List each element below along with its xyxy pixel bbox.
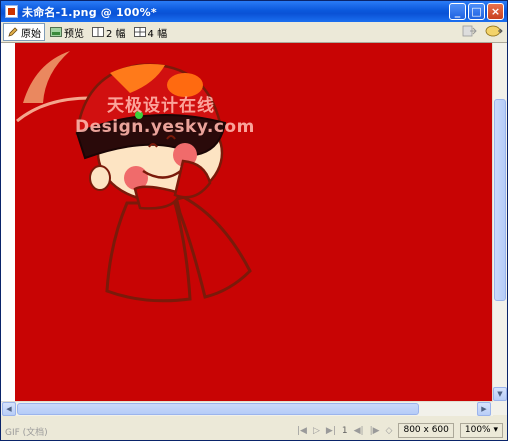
last-frame-button[interactable]: ▶| <box>326 426 336 436</box>
pencil-icon <box>8 27 18 37</box>
horizontal-scrollbar[interactable]: ◀ ▶ <box>1 401 493 416</box>
zoom-select[interactable]: 100% ▾ <box>459 423 503 438</box>
vertical-scrollbar[interactable]: ▼ <box>492 43 507 415</box>
document-canvas[interactable]: 天极设计在线 Design.yesky.com <box>15 43 493 403</box>
status-controls: |◀ ▷ ▶| 1 ◀| |▶ ◇ 800 x 600 100% ▾ <box>297 423 503 438</box>
next-frame-button[interactable]: |▶ <box>370 426 380 436</box>
horizontal-scroll-thumb[interactable] <box>17 403 419 415</box>
character-illustration <box>16 51 252 303</box>
window-controls: _ □ × <box>449 3 504 20</box>
frame-number: 1 <box>341 425 348 436</box>
watermark-en: Design.yesky.com <box>75 117 255 137</box>
scroll-left-arrow[interactable]: ◀ <box>2 402 16 416</box>
export-preview-icon[interactable] <box>485 24 503 38</box>
quick-export-icon[interactable] <box>461 24 477 38</box>
status-bar: GIF (文档) |◀ ▷ ▶| 1 ◀| |▶ ◇ 800 x 600 100… <box>1 421 507 440</box>
tab-original-label: 原始 <box>21 28 41 40</box>
editor-window: 未命名-1.png @ 100%* _ □ × 原始 预览 2 幅 4 幅 天极… <box>0 0 508 441</box>
tab-4up-label: 4 幅 <box>147 28 168 40</box>
toolbar-right <box>461 24 503 38</box>
tab-4up[interactable]: 4 幅 <box>131 23 171 41</box>
first-frame-button[interactable]: |◀ <box>297 426 307 436</box>
scroll-down-arrow[interactable]: ▼ <box>493 387 507 401</box>
tab-preview-label: 预览 <box>64 28 84 40</box>
document-size: 800 x 600 <box>398 423 454 438</box>
preview-icon <box>50 27 62 37</box>
tab-2up[interactable]: 2 幅 <box>89 23 129 41</box>
two-up-icon <box>92 27 104 37</box>
vertical-scroll-thumb[interactable] <box>494 99 506 301</box>
play-button[interactable]: ▷ <box>313 426 320 436</box>
document-icon <box>5 5 18 18</box>
window-title: 未命名-1.png @ 100%* <box>22 5 157 19</box>
maximize-button[interactable]: □ <box>468 3 485 20</box>
minimize-button[interactable]: _ <box>449 3 466 20</box>
zoom-value: 100% <box>464 425 491 435</box>
tab-preview[interactable]: 预览 <box>47 23 87 41</box>
four-up-icon <box>133 27 146 37</box>
tab-original[interactable]: 原始 <box>3 23 45 41</box>
tab-2up-label: 2 幅 <box>106 28 126 40</box>
format-label: GIF (文档) <box>5 428 48 438</box>
prev-frame-button[interactable]: ◀| <box>354 426 364 436</box>
canvas-area[interactable]: 天极设计在线 Design.yesky.com ▼ ◀ ▶ <box>1 43 507 416</box>
close-button[interactable]: × <box>487 3 504 20</box>
scroll-right-arrow[interactable]: ▶ <box>477 402 491 416</box>
title-bar[interactable]: 未命名-1.png @ 100%* _ □ × <box>1 1 507 22</box>
watermark-cn: 天极设计在线 <box>107 96 215 116</box>
view-toolbar: 原始 预览 2 幅 4 幅 <box>1 22 507 43</box>
loop-icon[interactable]: ◇ <box>386 426 393 436</box>
